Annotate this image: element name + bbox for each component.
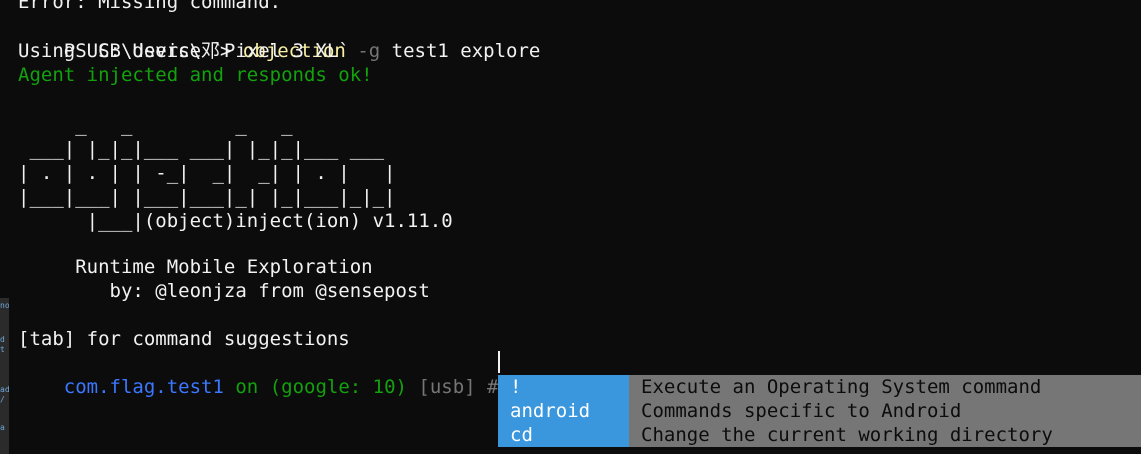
terminal-window[interactable]: no d t ad / a Error: Missing command. PS… bbox=[0, 0, 1141, 454]
edge-text: a bbox=[0, 423, 5, 432]
completion-command[interactable]: ! bbox=[498, 375, 629, 399]
edge-text: t bbox=[0, 345, 5, 354]
command-flag: -g bbox=[345, 40, 381, 62]
completion-description: Change the current working directory bbox=[629, 423, 1141, 447]
previous-command-line: PS C:\Users\邓> objection -g test1 explor… bbox=[18, 15, 541, 62]
tagline: Runtime Mobile Exploration bbox=[18, 256, 373, 278]
edge-text: / bbox=[0, 395, 5, 404]
completion-menu[interactable]: ! Execute an Operating System command an… bbox=[498, 375, 1141, 447]
edge-text: ad bbox=[0, 385, 9, 394]
current-prompt[interactable]: com.flag.test1 on (google: 10) [usb] # bbox=[18, 351, 499, 398]
prompt-on: on bbox=[223, 376, 270, 398]
transport-label: [usb] # bbox=[406, 376, 499, 398]
completion-command[interactable]: cd bbox=[498, 423, 629, 447]
device-line: Using USB device `Pixel 3 XL` bbox=[18, 40, 350, 62]
edge-text: d bbox=[0, 335, 5, 344]
package-name: com.flag.test1 bbox=[63, 376, 224, 398]
credits-line: by: @leonjza from @sensepost bbox=[18, 280, 430, 302]
background-window-edge: no d t ad / a bbox=[0, 298, 9, 454]
hint-line: [tab] for command suggestions bbox=[18, 328, 350, 350]
completion-item[interactable]: ! Execute an Operating System command bbox=[498, 375, 1141, 399]
device-info: (google: 10) bbox=[269, 376, 407, 398]
error-line: Error: Missing command. bbox=[18, 0, 282, 13]
completion-description: Commands specific to Android bbox=[629, 399, 1141, 423]
completion-item[interactable]: cd Change the current working directory bbox=[498, 423, 1141, 447]
edge-text: no bbox=[0, 301, 9, 310]
ascii-banner: _ _ _ _ ___| |_|_|___ ___| |_|_|___ ___ … bbox=[18, 114, 453, 232]
completion-description: Execute an Operating System command bbox=[629, 375, 1141, 399]
completion-command[interactable]: android bbox=[498, 399, 629, 423]
completion-item[interactable]: android Commands specific to Android bbox=[498, 399, 1141, 423]
command-args: test1 explore bbox=[380, 40, 541, 62]
agent-status-line: Agent injected and responds ok! bbox=[18, 64, 373, 86]
text-cursor bbox=[498, 351, 500, 373]
